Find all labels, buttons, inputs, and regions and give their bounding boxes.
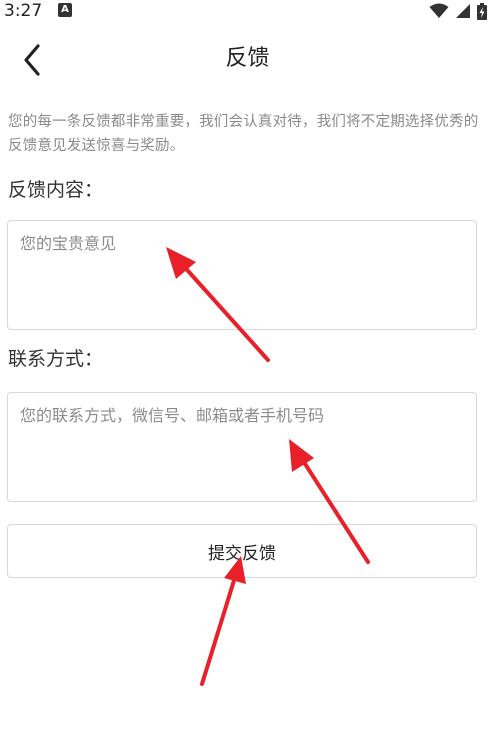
wifi-icon <box>429 3 449 18</box>
contact-info-label: 联系方式： <box>8 348 104 370</box>
feedback-page: 3:27 A 反馈 您的每一条反馈都非常重要，我们会认真对待，我们将不定期选择优… <box>0 0 495 743</box>
contact-info-input[interactable] <box>7 392 477 502</box>
notification-icon: A <box>58 3 72 17</box>
nav-bar: 反馈 <box>0 24 495 96</box>
page-title: 反馈 <box>225 46 270 71</box>
feedback-content-label: 反馈内容： <box>8 179 104 201</box>
status-bar: 3:27 A <box>0 0 495 24</box>
battery-charging-icon <box>477 2 487 20</box>
intro-text: 您的每一条反馈都非常重要，我们会认真对待，我们将不定期选择优秀的反馈意见发送惊喜… <box>8 114 479 154</box>
feedback-content-input[interactable] <box>7 220 477 330</box>
status-time: 3:27 <box>4 1 43 21</box>
submit-feedback-button[interactable]: 提交反馈 <box>7 524 477 578</box>
status-icons <box>429 2 487 20</box>
signal-icon <box>456 4 470 18</box>
